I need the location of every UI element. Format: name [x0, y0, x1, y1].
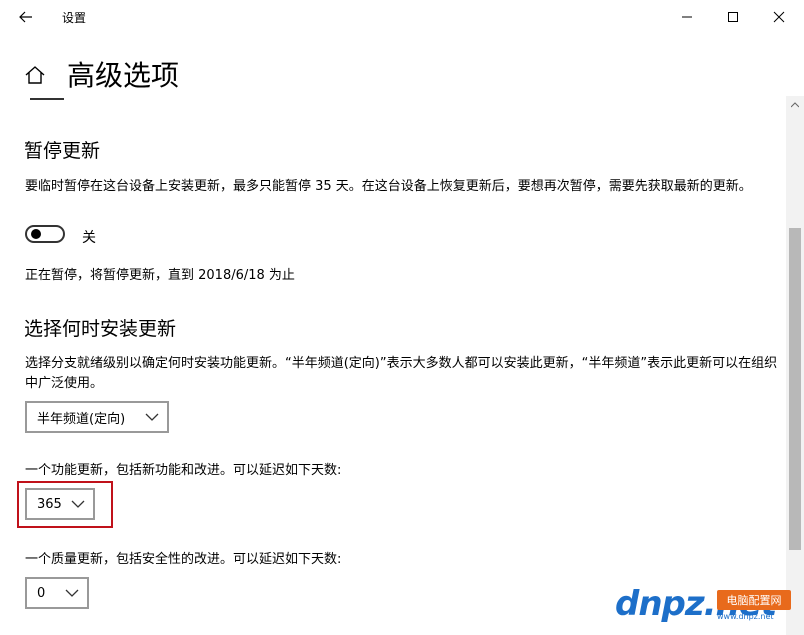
chevron-down-icon [145, 413, 159, 421]
title-bar: 设置 [0, 0, 804, 34]
page-title: 高级选项 [67, 59, 180, 92]
pause-updates-description: 要临时暂停在这台设备上安装更新，最多只能暂停 35 天。在这台设备上恢复更新后，… [25, 179, 752, 194]
minimize-button[interactable] [664, 0, 710, 34]
pause-updates-toggle[interactable] [25, 225, 65, 243]
close-icon [773, 11, 785, 23]
back-button[interactable] [12, 6, 40, 28]
clipped-element [30, 98, 64, 100]
quality-defer-days-dropdown[interactable]: 0 [25, 577, 89, 609]
install-when-heading: 选择何时安装更新 [24, 318, 177, 340]
install-when-description: 选择分支就绪级别以确定何时安装功能更新。“半年频道(定向)”表示大多数人都可以安… [25, 356, 778, 391]
settings-content: 高级选项 暂停更新 要临时暂停在这台设备上安装更新，最多只能暂停 35 天。在这… [0, 34, 786, 635]
watermark-logo: dnpz.net 电脑配置网 www.dnpz.net [605, 582, 795, 630]
home-icon [25, 66, 45, 84]
maximize-button[interactable] [710, 0, 756, 34]
pause-status-text: 正在暂停，将暂停更新，直到 2018/6/18 为止 [25, 268, 295, 283]
chevron-down-icon [65, 589, 79, 597]
scroll-up-arrow-icon [791, 102, 799, 108]
maximize-icon [728, 12, 738, 22]
dropdown-value: 半年频道(定向) [37, 411, 126, 427]
dropdown-value: 365 [37, 496, 62, 512]
feature-defer-days-dropdown[interactable]: 365 [25, 488, 95, 520]
vertical-scrollbar[interactable] [786, 96, 804, 635]
toggle-knob [31, 229, 41, 239]
pause-updates-heading: 暂停更新 [24, 140, 101, 162]
feature-update-label: 一个功能更新，包括新功能和改进。可以延迟如下天数: [25, 463, 342, 478]
branch-readiness-dropdown[interactable]: 半年频道(定向) [25, 401, 169, 433]
watermark-url: www.dnpz.net [717, 612, 774, 621]
window-title: 设置 [62, 11, 87, 25]
dropdown-value: 0 [37, 585, 46, 601]
chevron-down-icon [71, 500, 85, 508]
quality-update-label: 一个质量更新，包括安全性的改进。可以延迟如下天数: [25, 552, 342, 567]
close-button[interactable] [756, 0, 802, 34]
watermark-badge: 电脑配置网 [717, 590, 791, 610]
scroll-up-button[interactable] [786, 96, 804, 114]
home-button[interactable] [24, 64, 46, 86]
scroll-thumb[interactable] [789, 228, 801, 550]
pause-toggle-state-label: 关 [82, 230, 96, 246]
back-arrow-icon [19, 11, 32, 23]
minimize-icon [682, 16, 692, 18]
